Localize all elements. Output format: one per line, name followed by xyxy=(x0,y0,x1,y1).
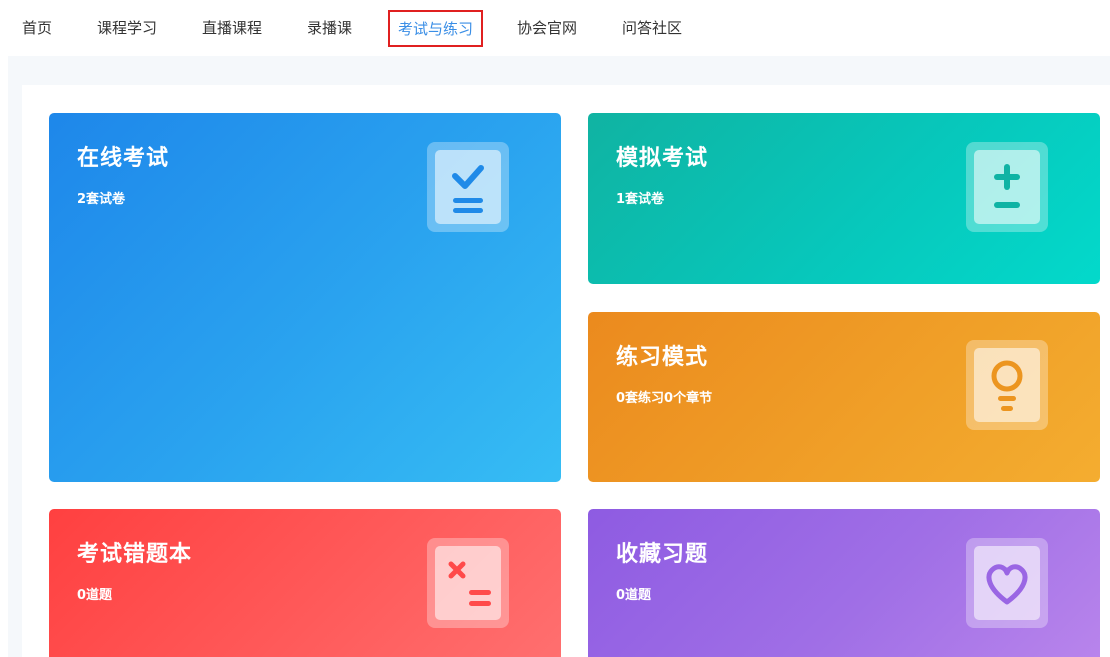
nav-item-association-site[interactable]: 协会官网 xyxy=(517,0,577,56)
nav-item-recorded[interactable]: 录播课 xyxy=(307,0,352,56)
card-title: 考试错题本 xyxy=(77,542,193,567)
card-title: 收藏习题 xyxy=(616,542,709,567)
checkmark-doc-icon xyxy=(427,142,509,232)
plus-minus-icon xyxy=(966,142,1048,232)
online-exam-card[interactable]: 在线考试 2套试卷 xyxy=(49,113,561,482)
card-title: 练习模式 xyxy=(616,345,709,370)
top-nav: 首页 课程学习 直播课程 录播课 考试与练习 协会官网 问答社区 xyxy=(0,0,1110,56)
lightbulb-icon xyxy=(966,340,1048,430)
nav-item-exams-practice[interactable]: 考试与练习 xyxy=(388,10,484,47)
heart-icon xyxy=(966,538,1048,628)
card-subtitle: 2套试卷 xyxy=(77,192,126,207)
wrong-answers-card[interactable]: 考试错题本 0道题 xyxy=(49,509,561,657)
nav-item-course-study[interactable]: 课程学习 xyxy=(97,0,157,56)
mock-exam-card[interactable]: 模拟考试 1套试卷 xyxy=(588,113,1100,284)
nav-item-live-courses[interactable]: 直播课程 xyxy=(202,0,262,56)
nav-item-home[interactable]: 首页 xyxy=(22,0,52,56)
card-subtitle: 0套练习0个章节 xyxy=(616,391,713,406)
card-subtitle: 1套试卷 xyxy=(616,192,665,207)
card-title: 模拟考试 xyxy=(616,146,709,171)
card-subtitle: 0道题 xyxy=(616,588,652,603)
card-subtitle: 0道题 xyxy=(77,588,113,603)
favorite-questions-card[interactable]: 收藏习题 0道题 xyxy=(588,509,1100,657)
card-title: 在线考试 xyxy=(77,146,170,171)
nav-item-qa-community[interactable]: 问答社区 xyxy=(622,0,682,56)
x-doc-icon xyxy=(427,538,509,628)
practice-mode-card[interactable]: 练习模式 0套练习0个章节 xyxy=(588,312,1100,482)
